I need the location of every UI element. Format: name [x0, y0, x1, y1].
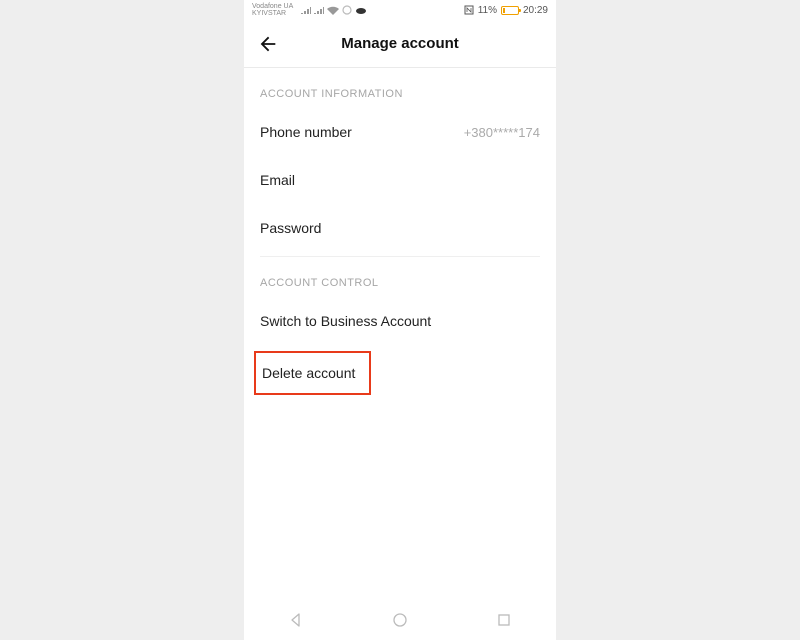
- switch-business-row[interactable]: Switch to Business Account: [254, 297, 546, 345]
- status-bar: Vodafone UA KYIVSTAR: [244, 0, 556, 20]
- triangle-left-icon: [288, 612, 304, 628]
- delete-account-highlight: Delete account: [254, 351, 371, 395]
- square-icon: [497, 613, 511, 627]
- delete-account-row[interactable]: Delete account: [262, 365, 355, 381]
- email-row[interactable]: Email: [254, 156, 546, 204]
- email-label: Email: [260, 172, 295, 188]
- switch-business-label: Switch to Business Account: [260, 313, 431, 329]
- password-row[interactable]: Password: [254, 204, 546, 252]
- back-button[interactable]: [256, 32, 280, 56]
- nav-back-button[interactable]: [284, 608, 308, 632]
- page-title: Manage account: [341, 35, 459, 52]
- nfc-icon: [464, 5, 474, 15]
- phone-frame: Vodafone UA KYIVSTAR: [244, 0, 556, 640]
- signal-icon: [301, 6, 311, 14]
- cloud-icon: [355, 6, 367, 14]
- carrier-labels: Vodafone UA KYIVSTAR: [252, 3, 293, 17]
- section-header-control: ACCOUNT CONTROL: [254, 257, 546, 297]
- vibrate-icon: [342, 5, 352, 15]
- app-header: Manage account: [244, 20, 556, 68]
- nav-recent-button[interactable]: [492, 608, 516, 632]
- content-area: ACCOUNT INFORMATION Phone number +380***…: [244, 68, 556, 600]
- carrier-1: Vodafone UA: [252, 3, 293, 10]
- phone-number-row[interactable]: Phone number +380*****174: [254, 108, 546, 156]
- battery-icon: [501, 6, 519, 15]
- status-icons: [301, 5, 367, 15]
- circle-icon: [392, 612, 408, 628]
- android-nav-bar: [244, 600, 556, 640]
- phone-label: Phone number: [260, 124, 352, 140]
- delete-account-label: Delete account: [262, 365, 355, 381]
- status-right: 11% 20:29: [464, 5, 548, 16]
- wifi-icon: [327, 6, 339, 15]
- signal-icon-2: [314, 6, 324, 14]
- carrier-2: KYIVSTAR: [252, 10, 293, 17]
- arrow-left-icon: [257, 33, 279, 55]
- clock: 20:29: [523, 5, 548, 16]
- phone-value: +380*****174: [464, 125, 540, 140]
- nav-home-button[interactable]: [388, 608, 412, 632]
- battery-percent: 11%: [478, 5, 497, 16]
- section-header-info: ACCOUNT INFORMATION: [254, 68, 546, 108]
- password-label: Password: [260, 220, 321, 236]
